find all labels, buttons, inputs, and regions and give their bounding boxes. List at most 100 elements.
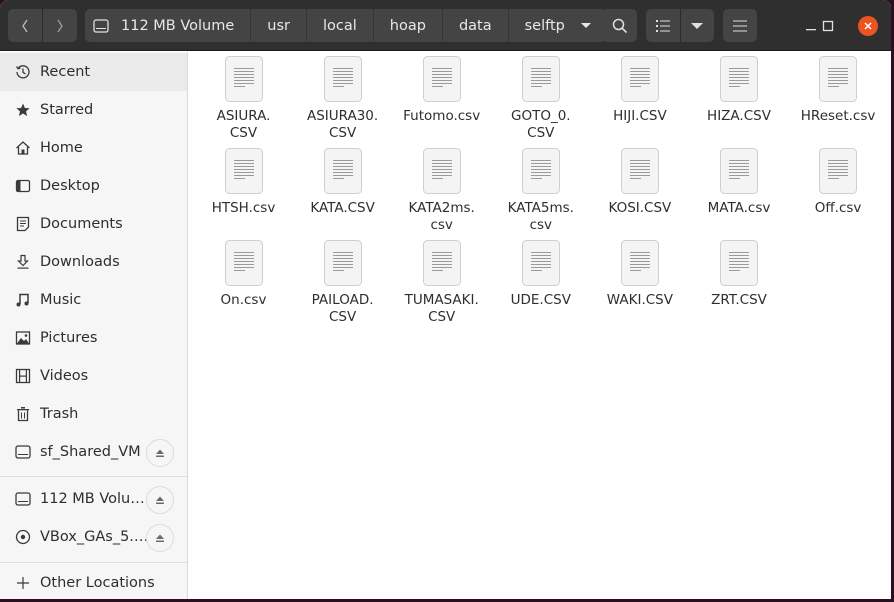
list-view-button[interactable] [646,9,680,42]
file-name: HIJI.CSV [592,108,687,125]
plus-icon [15,575,31,591]
text-file-icon [323,56,362,102]
file-item[interactable]: Futomo.csv [392,56,491,125]
sidebar-item-home[interactable]: Home [0,129,187,167]
sidebar-item-trash[interactable]: Trash [0,395,187,433]
file-item[interactable]: On.csv [194,240,293,309]
file-item[interactable]: KATA5ms. csv [491,148,590,234]
search-button[interactable] [603,9,637,42]
file-name-line: PAILOAD. [311,292,374,308]
file-item[interactable]: WAKI.CSV [590,240,689,309]
text-file-icon [224,148,263,194]
file-name: KATA.CSV [295,200,390,217]
file-name: ASIURA30. CSV [295,108,390,142]
breadcrumb-label: 112 MB Volume [121,17,235,34]
text-file-icon [521,56,560,102]
trash-icon [15,406,31,422]
file-name-line: ASIURA. [216,108,271,124]
breadcrumb-item-data[interactable]: data [443,9,509,42]
file-name: Off.csv [791,200,886,217]
file-name: KATA5ms. csv [493,200,588,234]
file-item[interactable]: MATA.csv [690,148,789,217]
close-icon [857,15,878,36]
eject-button[interactable] [146,524,174,552]
file-item[interactable]: ZRT.CSV [690,240,789,309]
file-item[interactable]: Off.csv [789,148,888,217]
text-file-icon [620,240,659,286]
file-name-line: HTSH.csv [211,200,276,216]
sidebar-item-other-locations[interactable]: Other Locations [0,564,187,599]
file-item[interactable]: TUMASAKI. CSV [392,240,491,326]
file-item[interactable]: PAILOAD. CSV [293,240,392,326]
file-name-line: HReset.csv [800,108,876,124]
text-file-icon [323,148,362,194]
back-button[interactable] [8,9,42,42]
sidebar-item-label: Documents [40,216,123,232]
close-button[interactable] [851,9,884,42]
breadcrumb-label: selftp [524,17,565,34]
file-name-line: HIZA.CSV [707,108,771,124]
file-name-line: ZRT.CSV [711,292,767,308]
video-icon [15,368,31,384]
breadcrumb-item-hoap[interactable]: hoap [374,9,443,42]
eject-button[interactable] [146,439,174,467]
file-name: On.csv [196,292,291,309]
eject-icon [156,449,164,457]
sidebar-item-vbox-gas-5[interactable]: VBox_GAs_5.… [0,518,187,556]
file-item[interactable]: GOTO_0. CSV [491,56,590,142]
breadcrumb-item-selftp[interactable]: selftp [509,9,607,42]
sidebar-item-documents[interactable]: Documents [0,205,187,243]
file-manager-window: 112 MB Volume usr local hoap data selftp [0,0,891,599]
file-item[interactable]: HReset.csv [789,56,888,125]
text-file-icon [620,148,659,194]
file-item[interactable]: KOSI.CSV [590,148,689,217]
text-file-icon [422,240,461,286]
file-item[interactable]: HIZA.CSV [690,56,789,125]
sidebar: Recent Starred Home Desktop Documents Downloa… [0,52,188,599]
sidebar-item-label: Recent [40,64,91,80]
sidebar-item-starred[interactable]: Starred [0,91,187,129]
sidebar-item-videos[interactable]: Videos [0,357,187,395]
sidebar-item-sf-shared-vm[interactable]: sf_Shared_VM [0,433,187,471]
sidebar-item-pictures[interactable]: Pictures [0,319,187,357]
file-name-line: csv [430,217,453,233]
sidebar-item-music[interactable]: Music [0,281,187,319]
eject-button[interactable] [146,486,174,514]
file-name-line: KATA.CSV [310,200,375,216]
file-name-line: CSV [428,309,456,325]
file-name: ASIURA. CSV [196,108,291,142]
file-item[interactable]: HIJI.CSV [590,56,689,125]
sidebar-item-desktop[interactable]: Desktop [0,167,187,205]
view-options-button[interactable] [680,9,714,42]
file-item[interactable]: HTSH.csv [194,148,293,217]
sidebar-item-downloads[interactable]: Downloads [0,243,187,281]
breadcrumb-label: data [458,17,492,34]
breadcrumb-item-112-mb-volume[interactable]: 112 MB Volume [85,9,252,42]
desktop-icon [15,178,31,194]
file-item[interactable]: ASIURA30. CSV [293,56,392,142]
sidebar-item-recent[interactable]: Recent [0,53,187,91]
file-item[interactable]: UDE.CSV [491,240,590,309]
file-item[interactable]: KATA2ms. csv [392,148,491,234]
file-name: ZRT.CSV [692,292,787,309]
file-name-line: Off.csv [814,200,862,216]
chevron-down-icon[interactable] [580,23,591,28]
file-name-line: CSV [328,125,357,141]
sidebar-item-label: Downloads [40,254,120,270]
breadcrumb-item-usr[interactable]: usr [251,9,307,42]
file-name: HTSH.csv [196,200,291,217]
file-name-line: ASIURA30. [306,108,379,124]
text-file-icon [521,148,560,194]
sidebar-item-label: Pictures [40,330,98,346]
file-item[interactable]: KATA.CSV [293,148,392,217]
breadcrumb-item-local[interactable]: local [307,9,374,42]
text-file-icon [422,56,461,102]
sidebar-item-112-mb-volu[interactable]: 112 MB Volu… [0,480,187,518]
file-item[interactable]: ASIURA. CSV [194,56,293,142]
file-name: PAILOAD. CSV [295,292,390,326]
file-name-line: UDE.CSV [510,292,571,308]
main-menu-button[interactable] [723,9,757,42]
text-file-icon [720,240,758,286]
maximize-button[interactable] [811,9,844,42]
forward-button[interactable] [43,9,77,42]
